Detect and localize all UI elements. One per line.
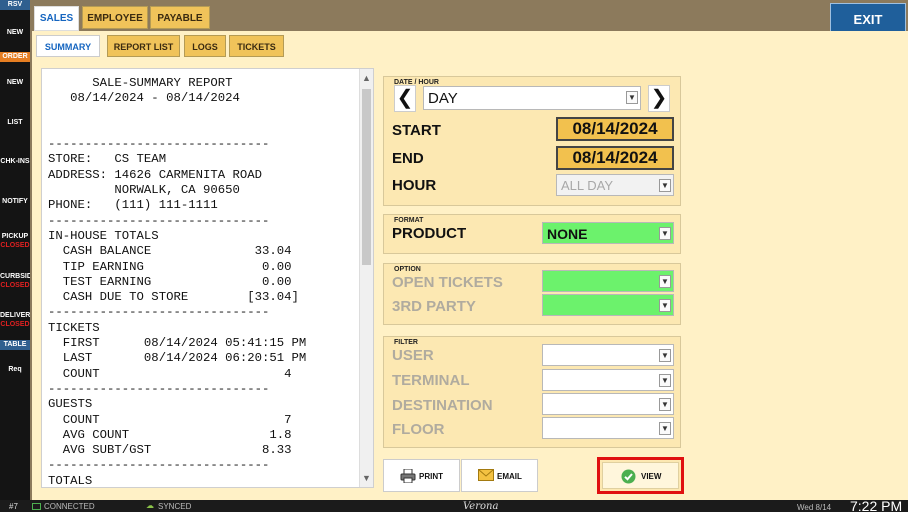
end-date-field[interactable]: 08/14/2024 [556,146,674,170]
view-button[interactable]: VIEW [602,462,679,489]
open-tickets-label: OPEN TICKETS [392,274,503,291]
report-scrollbar[interactable]: ▲ ▼ [359,69,373,487]
start-label: START [392,122,441,139]
sidebar-item-list[interactable]: LIST [0,118,30,127]
end-label: END [392,150,424,167]
status-time: 7:22 PM [850,498,903,512]
terminal-number: #7 [9,502,18,511]
scroll-thumb[interactable] [362,89,371,265]
connected-icon [32,503,41,510]
destination-label: DESTINATION [392,397,493,414]
view-button-highlight[interactable]: VIEW [597,457,684,494]
chevron-down-icon: ▼ [659,398,671,411]
period-value: DAY [428,90,458,107]
scroll-up-icon[interactable]: ▲ [360,71,373,85]
connection-status: CONNECTED [44,502,95,511]
top-tab-bar: SALES EMPLOYEE PAYABLE EXIT [30,0,908,37]
report-preview[interactable]: SALE-SUMMARY REPORT 08/14/2024 - 08/14/2… [41,68,374,488]
app-window: RSV NEW ORDER NEW LIST CHK-INS NOTIFY PI… [0,0,908,512]
view-label: VIEW [641,472,662,481]
group-title: FILTER [394,339,418,346]
chevron-down-icon: ▼ [626,91,638,104]
envelope-icon [478,469,494,483]
status-date: Wed 8/14 [797,503,832,512]
tab-summary[interactable]: SUMMARY [36,35,100,57]
terminal-label: TERMINAL [392,372,470,389]
group-title: OPTION [394,266,421,273]
sidebar-item-req[interactable]: Req [0,365,30,374]
destination-select[interactable]: ▼ [542,393,674,415]
sidebar-header-table: TABLE [0,340,30,350]
print-label: PRINT [419,472,443,481]
sidebar-item-label: DELIVER [0,312,31,319]
option-group: OPTION OPEN TICKETS ▼ 3RD PARTY ▼ [383,263,681,325]
email-label: EMAIL [497,472,522,481]
sidebar-item-pickup[interactable]: PICKUP CLOSED [0,232,30,250]
chevron-down-icon: ▼ [659,374,671,387]
third-party-select[interactable]: ▼ [542,294,674,316]
product-label: PRODUCT [392,225,467,242]
sidebar-header-order: ORDER [0,52,30,62]
user-select[interactable]: ▼ [542,344,674,366]
prev-arrow-icon[interactable]: ❮ [394,85,416,112]
terminal-select[interactable]: ▼ [542,369,674,391]
sales-panel: SUMMARY REPORT LIST LOGS TICKETS SALE-SU… [32,31,908,500]
sidebar-item-order-new[interactable]: NEW [0,78,30,87]
period-select[interactable]: DAY ▼ [423,86,641,110]
status-bar: #7 CONNECTED ☁ SYNCED Verona Wed 8/14 7:… [0,498,908,512]
third-party-label: 3RD PARTY [392,298,476,315]
tab-tickets[interactable]: TICKETS [229,35,284,57]
email-button[interactable]: EMAIL [461,459,538,492]
format-group: FORMAT PRODUCT NONE ▼ [383,214,681,254]
brand-name: Verona [463,501,499,512]
tab-sales[interactable]: SALES [34,6,79,31]
open-tickets-select[interactable]: ▼ [542,270,674,292]
status-closed: CLOSED [0,321,30,328]
scroll-down-icon[interactable]: ▼ [360,471,373,485]
sidebar-header-rsv: RSV [0,0,30,10]
sidebar-item-curbside[interactable]: CURBSID CLOSED [0,272,32,290]
sub-tab-bar: SUMMARY REPORT LIST LOGS TICKETS [32,31,797,59]
chevron-down-icon: ▼ [659,422,671,435]
user-label: USER [392,347,434,364]
left-sidebar: RSV NEW ORDER NEW LIST CHK-INS NOTIFY PI… [0,0,32,500]
sidebar-item-checkins[interactable]: CHK-INS [0,157,30,166]
floor-label: FLOOR [392,421,445,438]
chevron-down-icon: ▼ [659,179,671,192]
sidebar-item-notify[interactable]: NOTIFY [0,197,30,206]
print-button[interactable]: PRINT [383,459,460,492]
sidebar-item-delivery[interactable]: DELIVER CLOSED [0,311,30,329]
checkmark-icon [621,469,636,486]
status-closed: CLOSED [0,282,30,289]
printer-icon [400,468,416,485]
chevron-down-icon: ▼ [659,275,671,288]
next-arrow-icon[interactable]: ❯ [648,85,670,112]
hour-label: HOUR [392,177,437,194]
tab-payable[interactable]: PAYABLE [150,6,210,29]
sidebar-item-label: CURBSID [0,273,32,280]
chevron-down-icon: ▼ [659,299,671,312]
filter-group: FILTER USER ▼ TERMINAL ▼ DESTINATION ▼ F… [383,336,681,448]
start-date-field[interactable]: 08/14/2024 [556,117,674,141]
tab-logs[interactable]: LOGS [184,35,226,57]
group-title: FORMAT [394,217,424,224]
sync-status: SYNCED [158,502,192,511]
chevron-down-icon: ▼ [659,227,671,240]
sidebar-item-label: PICKUP [1,233,29,240]
sidebar-item-rsv-new[interactable]: NEW [0,28,30,37]
status-closed: CLOSED [0,242,30,249]
main-area: SALES EMPLOYEE PAYABLE EXIT SUMMARY REPO… [30,0,908,500]
product-select[interactable]: NONE ▼ [542,222,674,244]
date-hour-group: DATE / HOUR ❮ DAY ▼ ❯ START 08/14/2024 E… [383,76,681,206]
tab-employee[interactable]: EMPLOYEE [82,6,148,29]
hour-select[interactable]: ALL DAY ▼ [556,174,674,196]
cloud-icon: ☁ [146,501,154,510]
floor-select[interactable]: ▼ [542,417,674,439]
chevron-down-icon: ▼ [659,349,671,362]
hour-value: ALL DAY [561,178,614,193]
product-value: NONE [547,226,588,242]
tab-report-list[interactable]: REPORT LIST [107,35,180,57]
report-text: SALE-SUMMARY REPORT 08/14/2024 - 08/14/2… [48,76,307,488]
